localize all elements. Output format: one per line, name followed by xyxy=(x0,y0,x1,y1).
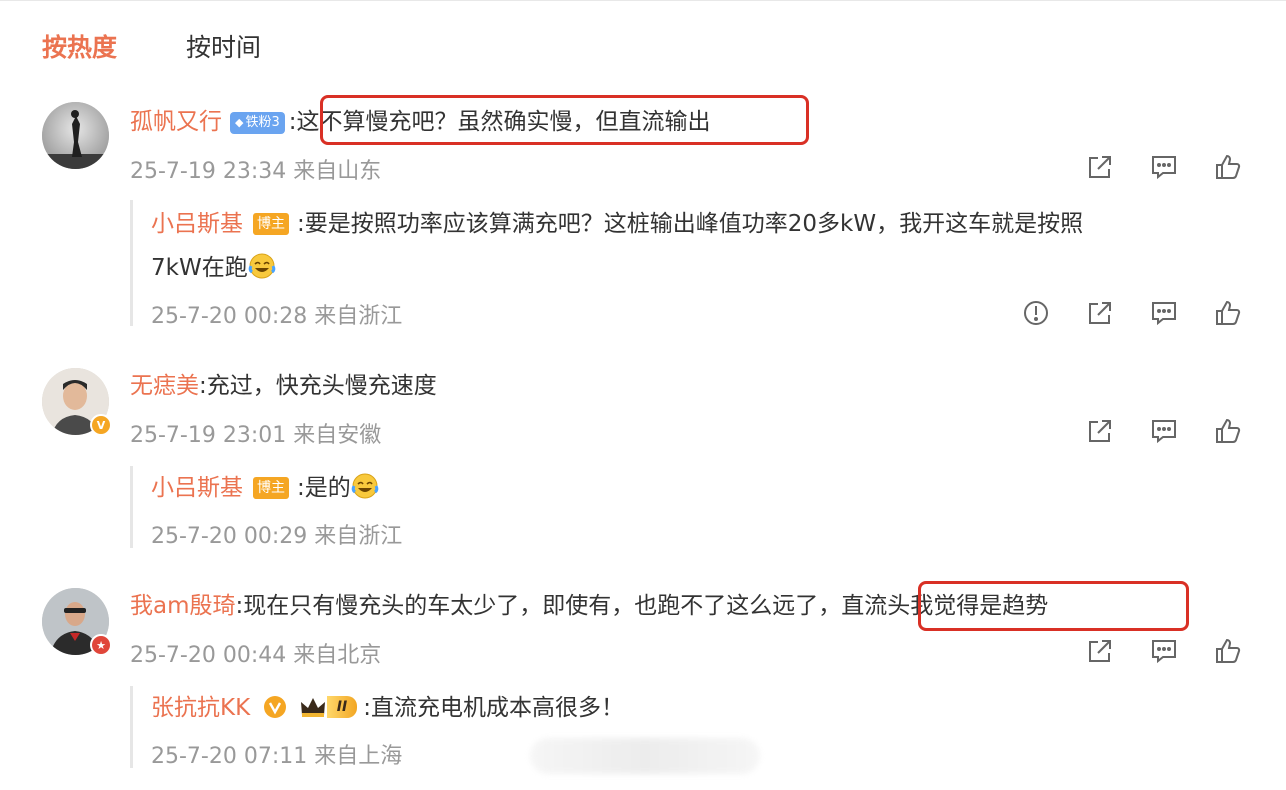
comment-button[interactable] xyxy=(1132,414,1196,448)
like-icon xyxy=(1216,154,1241,179)
share-icon xyxy=(1089,420,1111,442)
comment-line: 无痣美:充过，快充头慢充速度 xyxy=(130,370,437,402)
reply-text: :直流充电机成本高很多！ xyxy=(363,695,624,721)
comment-button[interactable] xyxy=(1132,634,1196,668)
comment-actions xyxy=(1068,414,1260,448)
reply-meta: 25-7-20 07:11 来自上海 xyxy=(151,738,402,770)
reply-username[interactable]: 小吕斯基 xyxy=(151,211,243,237)
comment-actions xyxy=(1068,150,1260,184)
username[interactable]: 无痣美 xyxy=(130,373,199,399)
share-icon xyxy=(1089,302,1111,324)
comment-icon xyxy=(1152,156,1176,180)
comment-location: 来自山东 xyxy=(293,159,382,184)
comment-meta: 25-7-20 00:44 来自北京 xyxy=(130,637,381,669)
reply-time: 25-7-20 00:28 xyxy=(151,304,308,329)
share-icon xyxy=(1089,640,1111,662)
comment-time: 25-7-19 23:01 xyxy=(130,423,287,448)
reply-meta: 25-7-20 00:29 来自浙江 xyxy=(151,518,402,550)
laugh-cry-emoji-icon xyxy=(351,473,379,499)
share-button[interactable] xyxy=(1068,414,1132,448)
like-button[interactable] xyxy=(1196,414,1260,448)
reply-time: 25-7-20 07:11 xyxy=(151,744,308,769)
like-button[interactable] xyxy=(1196,296,1260,330)
reply-line: 小吕斯基 博主 :要是按照功率应该算满充吧？这桩输出峰值功率20多kW，我开这车就是… xyxy=(151,208,1083,240)
verified-badge-icon: V xyxy=(90,414,112,436)
comment-button[interactable] xyxy=(1132,296,1196,330)
vip-level: II xyxy=(326,696,358,718)
reply-line: 张抗抗KK II :直流充电机成本高很多！ xyxy=(151,692,624,724)
report-button[interactable] xyxy=(1004,296,1068,330)
share-button[interactable] xyxy=(1068,150,1132,184)
reply-time: 25-7-20 00:29 xyxy=(151,524,308,549)
comment-location: 来自北京 xyxy=(293,643,382,668)
comment-text: :充过，快充头慢充速度 xyxy=(199,373,437,399)
comment-text: :现在只有慢充头的车太少了，即使有，也跑不了这么远了， xyxy=(235,593,842,619)
reply-line: 7kW在跑 xyxy=(151,252,276,284)
tab-time[interactable]: 按时间 xyxy=(186,30,261,66)
reply-text-continued: 7kW在跑 xyxy=(151,255,248,281)
verified-badge-icon xyxy=(264,696,287,718)
comment-meta: 25-7-19 23:34 来自山东 xyxy=(130,153,381,185)
comment-text-highlighted: 直流头我觉得是趋势 xyxy=(841,593,1049,619)
like-icon xyxy=(1216,418,1241,443)
like-icon xyxy=(1216,300,1241,325)
share-button[interactable] xyxy=(1068,634,1132,668)
share-icon xyxy=(1089,156,1111,178)
comment-time: 25-7-20 00:44 xyxy=(130,643,287,668)
reply-username[interactable]: 张抗抗KK xyxy=(151,695,250,721)
top-divider xyxy=(0,0,1286,1)
comment-icon xyxy=(1152,640,1176,664)
username[interactable]: 我am殷琦 xyxy=(130,593,236,619)
vip-crown-badge: II xyxy=(299,695,358,719)
reply-username[interactable]: 小吕斯基 xyxy=(151,475,243,501)
comment-meta: 25-7-19 23:01 来自安徽 xyxy=(130,417,381,449)
fan-badge[interactable]: ◆ 铁粉3 xyxy=(230,112,285,134)
comment-actions xyxy=(1068,634,1260,668)
verified-badge-icon: ★ xyxy=(90,634,112,656)
comment-text: :这不算慢充吧？虽然确实慢，但直流输出 xyxy=(288,109,711,135)
comment-time: 25-7-19 23:34 xyxy=(130,159,287,184)
like-button[interactable] xyxy=(1196,150,1260,184)
tab-hot[interactable]: 按热度 xyxy=(42,30,117,66)
reply-location: 来自上海 xyxy=(314,744,403,769)
reply-item: 小吕斯基 博主 :是的 25-7-20 00:29 来自浙江 xyxy=(130,466,1243,550)
share-button[interactable] xyxy=(1068,296,1132,330)
laugh-cry-emoji-icon xyxy=(248,253,275,279)
comment-button[interactable] xyxy=(1132,150,1196,184)
comment-icon xyxy=(1152,302,1176,326)
reply-text: :要是按照功率应该算满充吧？这桩输出峰值功率20多kW，我开这车就是按照 xyxy=(297,211,1084,237)
reply-line: 小吕斯基 博主 :是的 xyxy=(151,472,379,504)
comment-icon xyxy=(1152,420,1176,444)
host-badge: 博主 xyxy=(253,213,289,235)
reply-location: 来自浙江 xyxy=(314,304,403,329)
reply-meta: 25-7-20 00:28 来自浙江 xyxy=(151,298,402,330)
comment-line: 我am殷琦:现在只有慢充头的车太少了，即使有，也跑不了这么远了，直流头我觉得是趋… xyxy=(130,590,1048,622)
reply-text: :是的 xyxy=(297,475,351,501)
comment-line: 孤帆又行 ◆ 铁粉3:这不算慢充吧？虽然确实慢，但直流输出 xyxy=(130,106,711,138)
host-badge: 博主 xyxy=(253,477,289,499)
reply-location: 来自浙江 xyxy=(314,524,403,549)
avatar[interactable] xyxy=(42,102,109,169)
reply-actions xyxy=(1004,296,1260,330)
like-icon xyxy=(1216,638,1241,663)
like-button[interactable] xyxy=(1196,634,1260,668)
username[interactable]: 孤帆又行 xyxy=(130,109,222,135)
crown-icon xyxy=(300,698,325,717)
blurred-watermark xyxy=(530,738,760,774)
diamond-icon: ◆ xyxy=(235,116,244,129)
report-icon xyxy=(1024,301,1048,325)
comment-location: 来自安徽 xyxy=(293,423,382,448)
fan-badge-label: 铁粉3 xyxy=(245,115,280,130)
